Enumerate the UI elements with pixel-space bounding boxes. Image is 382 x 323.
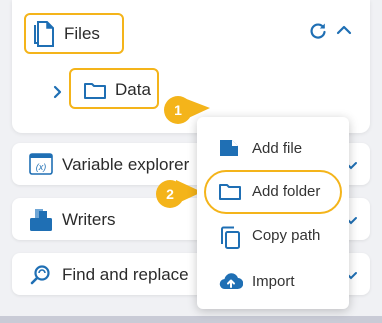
variable-icon: (x) bbox=[29, 153, 53, 180]
data-folder-label: Data bbox=[115, 80, 151, 99]
menu-item-add-folder[interactable]: Add folder bbox=[197, 172, 349, 212]
menu-item-label: Import bbox=[252, 273, 295, 290]
file-icon bbox=[33, 20, 55, 53]
panel-label: Variable explorer bbox=[62, 155, 190, 174]
folder-icon bbox=[83, 80, 107, 105]
menu-item-copy-path[interactable]: Copy path bbox=[197, 216, 349, 256]
bottom-edge bbox=[0, 316, 382, 323]
cloud-upload-icon bbox=[219, 272, 244, 297]
step-badge-1: 1 bbox=[164, 96, 192, 124]
refresh-icon[interactable] bbox=[309, 22, 327, 45]
chevron-up-icon[interactable] bbox=[336, 23, 352, 42]
svg-text:(x): (x) bbox=[36, 162, 47, 172]
menu-item-label: Add folder bbox=[252, 183, 321, 200]
menu-item-label: Add file bbox=[252, 140, 303, 157]
chevron-right-icon[interactable] bbox=[53, 85, 63, 104]
folder-icon bbox=[219, 182, 241, 207]
find-replace-icon bbox=[29, 263, 53, 292]
context-menu: Add file Add folder Copy path Import bbox=[197, 117, 349, 309]
files-header[interactable]: Files bbox=[24, 13, 124, 54]
file-icon bbox=[219, 139, 239, 162]
files-title: Files bbox=[64, 24, 100, 43]
panel-label: Writers bbox=[62, 210, 116, 229]
menu-item-import[interactable]: Import bbox=[197, 262, 349, 302]
data-folder-item[interactable]: Data bbox=[69, 68, 159, 109]
writers-icon bbox=[29, 208, 53, 237]
menu-item-add-file[interactable]: Add file bbox=[197, 129, 349, 169]
menu-item-label: Copy path bbox=[252, 227, 321, 244]
copy-icon bbox=[219, 226, 241, 255]
panel-label: Find and replace bbox=[62, 265, 189, 284]
step-badge-2: 2 bbox=[156, 180, 184, 208]
